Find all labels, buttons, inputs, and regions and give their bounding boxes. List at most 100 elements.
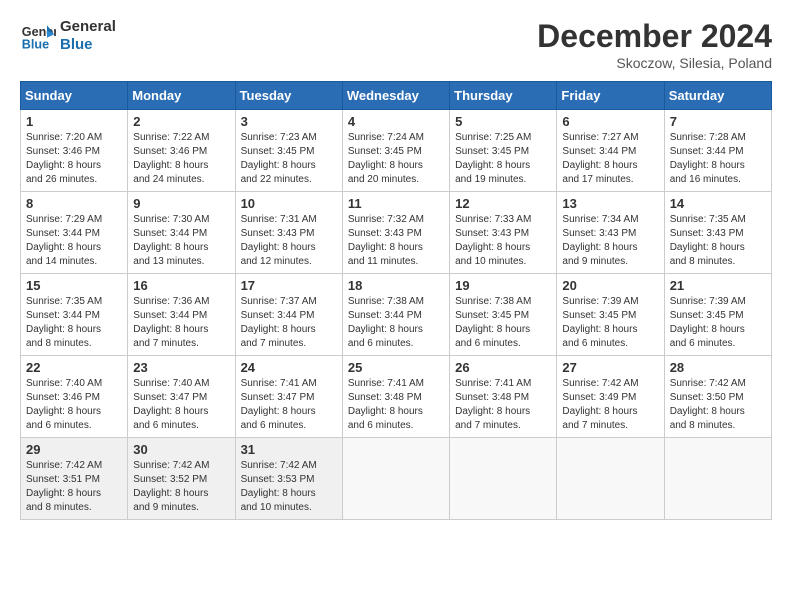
day-info: Sunrise: 7:33 AM Sunset: 3:43 PM Dayligh… — [455, 213, 551, 269]
day-info: Sunrise: 7:38 AM Sunset: 3:45 PM Dayligh… — [455, 295, 551, 351]
calendar-cell: 14 Sunrise: 7:35 AM Sunset: 3:43 PM Dayli… — [664, 192, 771, 274]
calendar-cell: 6 Sunrise: 7:27 AM Sunset: 3:44 PM Daylig… — [557, 110, 664, 192]
header-sunday: Sunday — [21, 82, 128, 110]
day-info: Sunrise: 7:41 AM Sunset: 3:47 PM Dayligh… — [241, 377, 337, 433]
calendar-cell: 4 Sunrise: 7:24 AM Sunset: 3:45 PM Daylig… — [342, 110, 449, 192]
calendar-cell: 3 Sunrise: 7:23 AM Sunset: 3:45 PM Daylig… — [235, 110, 342, 192]
svg-text:Blue: Blue — [22, 38, 49, 52]
day-info: Sunrise: 7:35 AM Sunset: 3:43 PM Dayligh… — [670, 213, 766, 269]
calendar-cell: 9Sunrise: 7:30 AM Sunset: 3:44 PM Daylig… — [128, 192, 235, 274]
day-info: Sunrise: 7:42 AM Sunset: 3:51 PM Dayligh… — [26, 459, 122, 515]
day-info: Sunrise: 7:34 AM Sunset: 3:43 PM Dayligh… — [562, 213, 658, 269]
day-info: Sunrise: 7:39 AM Sunset: 3:45 PM Dayligh… — [670, 295, 766, 351]
day-info: Sunrise: 7:24 AM Sunset: 3:45 PM Dayligh… — [348, 131, 444, 187]
day-info: Sunrise: 7:27 AM Sunset: 3:44 PM Dayligh… — [562, 131, 658, 187]
day-number: 29 — [26, 442, 122, 457]
day-number: 19 — [455, 278, 551, 293]
location-subtitle: Skoczow, Silesia, Poland — [537, 55, 772, 71]
calendar-week-row: 15Sunrise: 7:35 AM Sunset: 3:44 PM Dayli… — [21, 274, 772, 356]
day-number: 14 — [670, 196, 766, 211]
day-info: Sunrise: 7:41 AM Sunset: 3:48 PM Dayligh… — [348, 377, 444, 433]
day-info: Sunrise: 7:23 AM Sunset: 3:45 PM Dayligh… — [241, 131, 337, 187]
day-info: Sunrise: 7:32 AM Sunset: 3:43 PM Dayligh… — [348, 213, 444, 269]
month-title: December 2024 — [537, 18, 772, 55]
calendar-cell: 5Sunrise: 7:25 AM Sunset: 3:45 PM Daylig… — [450, 110, 557, 192]
day-info: Sunrise: 7:22 AM Sunset: 3:46 PM Dayligh… — [133, 131, 229, 187]
day-number: 11 — [348, 196, 444, 211]
day-number: 10 — [241, 196, 337, 211]
calendar-cell: 28Sunrise: 7:42 AM Sunset: 3:50 PM Dayli… — [664, 356, 771, 438]
day-number: 6 — [562, 114, 658, 129]
day-number: 31 — [241, 442, 337, 457]
day-number: 16 — [133, 278, 229, 293]
header-monday: Monday — [128, 82, 235, 110]
calendar-cell — [450, 438, 557, 520]
header: General Blue General Blue December 2024 … — [20, 18, 772, 71]
calendar-cell: 2 Sunrise: 7:22 AM Sunset: 3:46 PM Daylig… — [128, 110, 235, 192]
title-block: December 2024 Skoczow, Silesia, Poland — [537, 18, 772, 71]
day-number: 17 — [241, 278, 337, 293]
header-friday: Friday — [557, 82, 664, 110]
day-info: Sunrise: 7:28 AM Sunset: 3:44 PM Dayligh… — [670, 131, 766, 187]
day-number: 2 — [133, 114, 229, 129]
day-info: Sunrise: 7:39 AM Sunset: 3:45 PM Dayligh… — [562, 295, 658, 351]
day-number: 8 — [26, 196, 122, 211]
day-number: 25 — [348, 360, 444, 375]
day-number: 24 — [241, 360, 337, 375]
calendar-cell — [664, 438, 771, 520]
calendar-cell: 7 Sunrise: 7:28 AM Sunset: 3:44 PM Daylig… — [664, 110, 771, 192]
day-info: Sunrise: 7:42 AM Sunset: 3:53 PM Dayligh… — [241, 459, 337, 515]
calendar-cell: 25 Sunrise: 7:41 AM Sunset: 3:48 PM Dayli… — [342, 356, 449, 438]
logo-text-blue: Blue — [60, 36, 116, 54]
day-number: 9 — [133, 196, 229, 211]
header-saturday: Saturday — [664, 82, 771, 110]
calendar-cell: 23 Sunrise: 7:40 AM Sunset: 3:47 PM Dayli… — [128, 356, 235, 438]
calendar-page: General Blue General Blue December 2024 … — [0, 0, 792, 612]
calendar-cell: 20Sunrise: 7:39 AM Sunset: 3:45 PM Dayli… — [557, 274, 664, 356]
calendar-cell — [557, 438, 664, 520]
logo: General Blue General Blue — [20, 18, 116, 54]
calendar-cell: 24 Sunrise: 7:41 AM Sunset: 3:47 PM Dayli… — [235, 356, 342, 438]
calendar-cell: 13 Sunrise: 7:34 AM Sunset: 3:43 PM Dayli… — [557, 192, 664, 274]
day-number: 3 — [241, 114, 337, 129]
calendar-week-row: 22Sunrise: 7:40 AM Sunset: 3:46 PM Dayli… — [21, 356, 772, 438]
day-number: 23 — [133, 360, 229, 375]
day-info: Sunrise: 7:42 AM Sunset: 3:52 PM Dayligh… — [133, 459, 229, 515]
day-number: 27 — [562, 360, 658, 375]
day-info: Sunrise: 7:37 AM Sunset: 3:44 PM Dayligh… — [241, 295, 337, 351]
day-info: Sunrise: 7:38 AM Sunset: 3:44 PM Dayligh… — [348, 295, 444, 351]
calendar-cell: 19 Sunrise: 7:38 AM Sunset: 3:45 PM Dayli… — [450, 274, 557, 356]
day-number: 15 — [26, 278, 122, 293]
calendar-cell: 27Sunrise: 7:42 AM Sunset: 3:49 PM Dayli… — [557, 356, 664, 438]
calendar-table: Sunday Monday Tuesday Wednesday Thursday… — [20, 81, 772, 520]
day-number: 26 — [455, 360, 551, 375]
day-number: 21 — [670, 278, 766, 293]
day-info: Sunrise: 7:25 AM Sunset: 3:45 PM Dayligh… — [455, 131, 551, 187]
calendar-cell: 15Sunrise: 7:35 AM Sunset: 3:44 PM Dayli… — [21, 274, 128, 356]
day-info: Sunrise: 7:20 AM Sunset: 3:46 PM Dayligh… — [26, 131, 122, 187]
calendar-cell: 10Sunrise: 7:31 AM Sunset: 3:43 PM Dayli… — [235, 192, 342, 274]
calendar-cell: 31 Sunrise: 7:42 AM Sunset: 3:53 PM Dayli… — [235, 438, 342, 520]
calendar-cell: 1 Sunrise: 7:20 AM Sunset: 3:46 PM Daylig… — [21, 110, 128, 192]
header-wednesday: Wednesday — [342, 82, 449, 110]
day-info: Sunrise: 7:40 AM Sunset: 3:46 PM Dayligh… — [26, 377, 122, 433]
calendar-cell: 22Sunrise: 7:40 AM Sunset: 3:46 PM Dayli… — [21, 356, 128, 438]
calendar-cell: 17 Sunrise: 7:37 AM Sunset: 3:44 PM Dayli… — [235, 274, 342, 356]
day-number: 1 — [26, 114, 122, 129]
calendar-week-row: 8Sunrise: 7:29 AM Sunset: 3:44 PM Daylig… — [21, 192, 772, 274]
day-info: Sunrise: 7:36 AM Sunset: 3:44 PM Dayligh… — [133, 295, 229, 351]
header-thursday: Thursday — [450, 82, 557, 110]
day-number: 18 — [348, 278, 444, 293]
day-number: 4 — [348, 114, 444, 129]
calendar-cell: 16 Sunrise: 7:36 AM Sunset: 3:44 PM Dayli… — [128, 274, 235, 356]
day-number: 13 — [562, 196, 658, 211]
day-info: Sunrise: 7:40 AM Sunset: 3:47 PM Dayligh… — [133, 377, 229, 433]
logo-text-general: General — [60, 18, 116, 36]
day-number: 30 — [133, 442, 229, 457]
day-info: Sunrise: 7:42 AM Sunset: 3:50 PM Dayligh… — [670, 377, 766, 433]
calendar-cell — [342, 438, 449, 520]
weekday-header-row: Sunday Monday Tuesday Wednesday Thursday… — [21, 82, 772, 110]
calendar-cell: 8Sunrise: 7:29 AM Sunset: 3:44 PM Daylig… — [21, 192, 128, 274]
logo-icon: General Blue — [20, 18, 56, 54]
day-number: 7 — [670, 114, 766, 129]
